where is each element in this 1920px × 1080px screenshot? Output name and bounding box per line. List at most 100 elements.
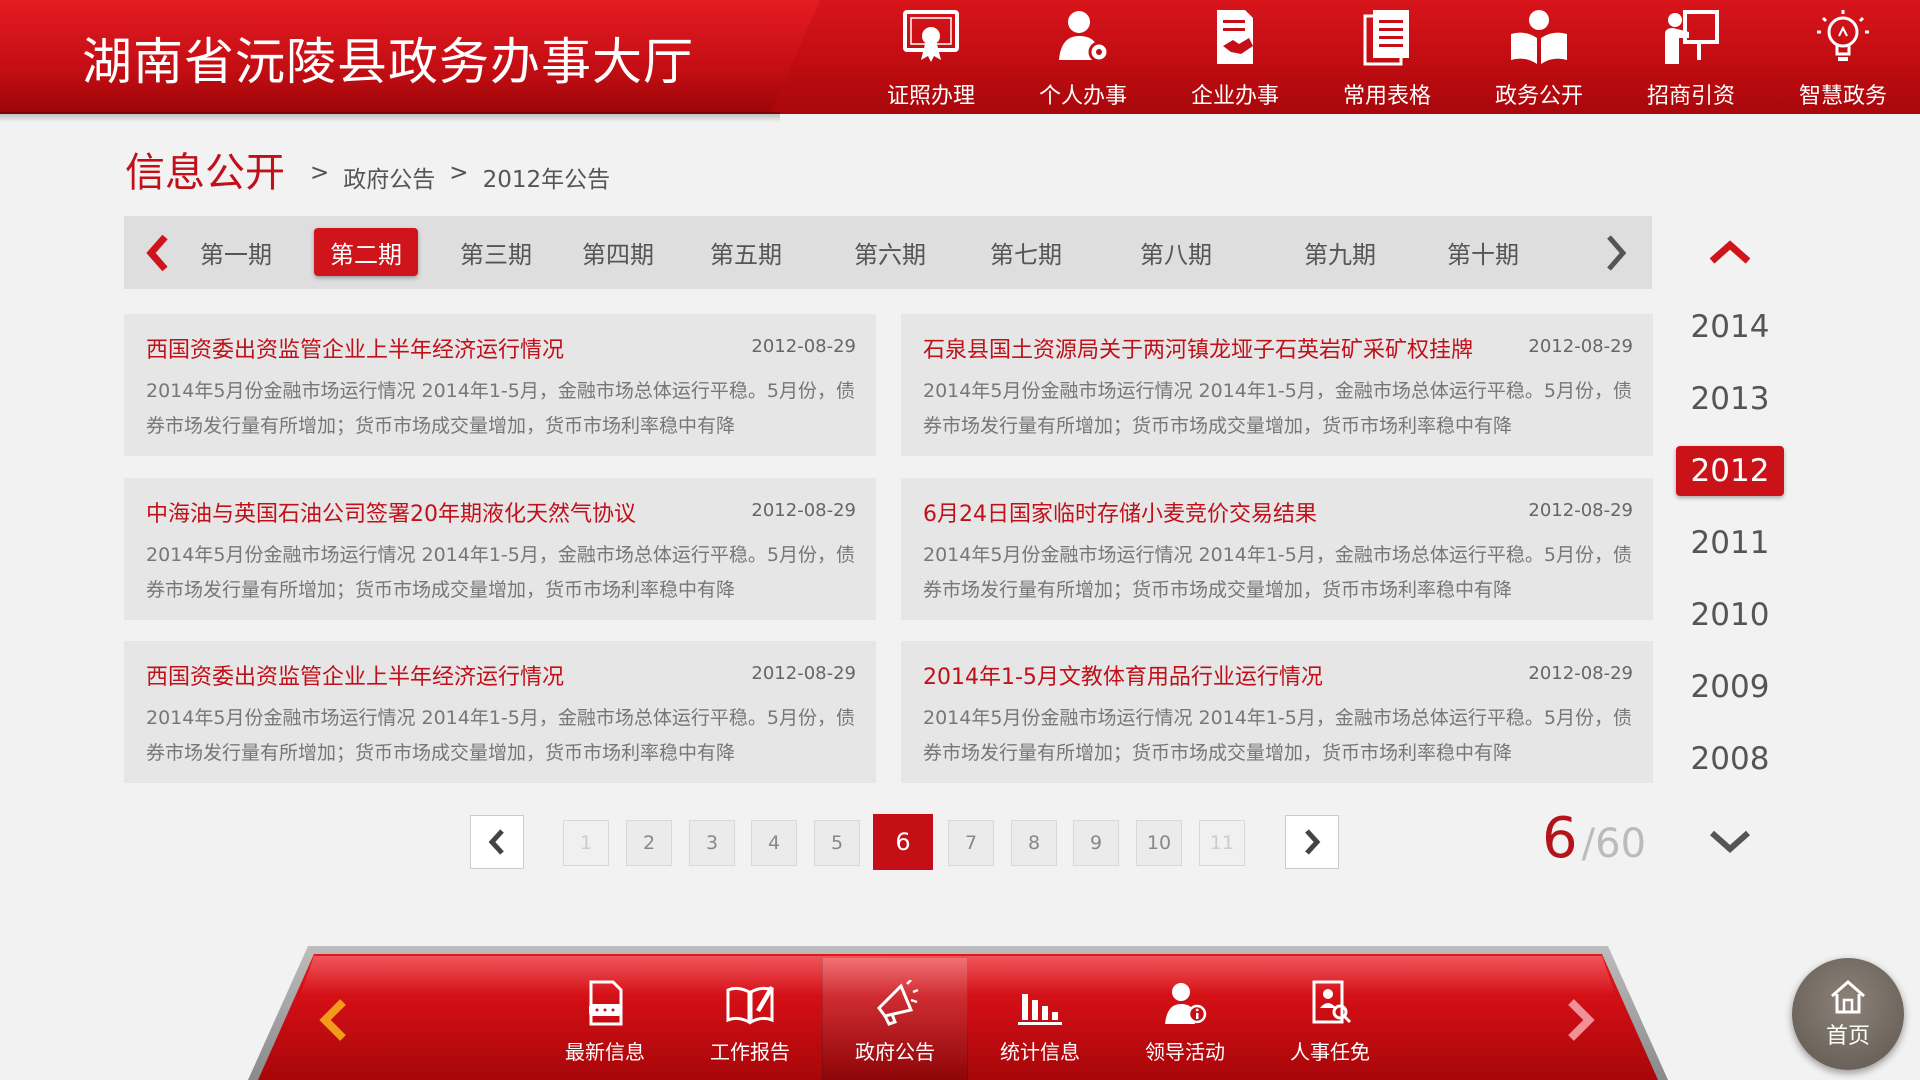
page-number[interactable]: 1 [563,820,609,866]
chevron-right-icon [1305,829,1321,855]
nav-investment[interactable]: 招商引资 [1615,0,1767,114]
breadcrumb-separator: > [310,160,330,186]
bar-chart-icon [1018,994,1062,1025]
dock-label: 最新信息 [565,1040,645,1064]
issue-tab[interactable]: 第七期 [974,228,1078,276]
issue-tab[interactable]: 第六期 [838,228,942,276]
issue-tab[interactable]: 第十期 [1431,228,1535,276]
nav-label: 个人办事 [1038,84,1127,109]
page-number[interactable]: 3 [689,820,735,866]
article-title[interactable]: 中海油与英国石油公司签署20年期液化天然气协议 [146,496,746,528]
page-number[interactable]: 5 [814,820,860,866]
home-icon [1831,980,1865,1014]
chevron-left-icon [488,829,504,855]
dock-label: 统计信息 [1000,1040,1080,1064]
page-counter: 6 / 60 [1542,806,1646,871]
page-number[interactable]: 2 [626,820,672,866]
article-summary: 2014年5月份金融市场运行情况 2014年1-5月，金融市场总体运行平稳。5月… [923,707,1632,764]
article-date: 2012-08-29 [751,663,856,684]
page-number[interactable]: 9 [1073,820,1119,866]
page-next-button[interactable] [1285,815,1339,869]
issue-prev-button[interactable] [128,216,188,289]
article-title[interactable]: 石泉县国土资源局关于两河镇龙垭子石英岩矿采矿权挂牌 [923,332,1523,364]
breadcrumb-item[interactable]: 2012年公告 [483,160,611,194]
nav-government-affairs[interactable]: 政务公开 [1463,0,1615,114]
year-item[interactable]: 2011 [1676,518,1784,568]
issue-tab-bar: 第一期 第二期 第三期 第四期 第五期 第六期 第七期 第八期 第九期 第十期 [124,216,1652,289]
article-title[interactable]: 6月24日国家临时存储小麦竞价交易结果 [923,496,1523,528]
year-item[interactable]: 2009 [1676,662,1784,712]
dock-item-statistics[interactable]: 统计信息 [967,958,1113,1080]
nav-label: 招商引资 [1646,84,1735,109]
issue-tab[interactable]: 第九期 [1288,228,1392,276]
nav-forms[interactable]: 常用表格 [1311,0,1463,114]
article-title[interactable]: 西国资委出资监管企业上半年经济运行情况 [146,659,746,691]
year-item[interactable]: 2013 [1676,374,1784,424]
chevron-left-icon [319,999,346,1041]
article-summary: 2014年5月份金融市场运行情况 2014年1-5月，金融市场总体运行平稳。5月… [146,380,855,437]
chevron-left-icon [146,234,168,271]
issue-tab[interactable]: 第五期 [694,228,798,276]
dock-item-personnel[interactable]: 人事任免 [1257,958,1403,1080]
page-current: 6 [1542,806,1578,871]
page-number[interactable]: 7 [948,820,994,866]
article-title[interactable]: 2014年1-5月文教体育用品行业运行情况 [923,659,1523,691]
document-search-icon [1312,980,1352,1024]
issue-tab[interactable]: 第一期 [184,228,288,276]
nav-label: 政务公开 [1494,84,1583,109]
article-date: 2012-08-29 [751,336,856,357]
issue-tab[interactable]: 第八期 [1124,228,1228,276]
page-number[interactable]: 8 [1011,820,1057,866]
issue-next-button[interactable] [1586,216,1646,289]
page-prev-button[interactable] [470,815,524,869]
nav-personal[interactable]: 个人办事 [1007,0,1159,114]
breadcrumb-item[interactable]: 政府公告 [343,160,435,194]
page-number[interactable]: 10 [1136,820,1182,866]
person-gear-icon [1059,11,1110,63]
person-info-icon [1165,983,1207,1024]
page-number[interactable]: 4 [751,820,797,866]
page-number-active[interactable]: 6 [873,814,933,870]
app-title: 湖南省沅陵县政务办事大厅 [82,33,694,91]
article-card[interactable]: 中海油与英国石油公司签署20年期液化天然气协议 2012-08-29 2014年… [124,478,876,620]
year-item[interactable]: 2008 [1676,734,1784,784]
nav-label: 证照办理 [886,84,975,109]
page-number[interactable]: 11 [1199,820,1245,866]
dock-label: 政府公告 [855,1040,935,1064]
dock-item-leader-activity[interactable]: 领导活动 [1112,958,1258,1080]
dock-item-latest[interactable]: 最新信息 [532,958,678,1080]
dock-label: 人事任免 [1290,1040,1370,1064]
issue-tab[interactable]: 第四期 [566,228,670,276]
dock-item-work-report[interactable]: 工作报告 [677,958,823,1080]
article-date: 2012-08-29 [751,500,856,521]
open-book-icon [1511,10,1567,64]
page-slash: / [1581,821,1596,867]
title-shadow [0,112,780,122]
article-card[interactable]: 6月24日国家临时存储小麦竞价交易结果 2012-08-29 2014年5月份金… [901,478,1653,620]
year-up-button[interactable] [1702,232,1758,272]
nav-certificates[interactable]: 证照办理 [855,0,1007,114]
certificate-icon [903,10,959,62]
article-title[interactable]: 西国资委出资监管企业上半年经济运行情况 [146,332,746,364]
dock-item-announcements[interactable]: 政府公告 [822,958,968,1080]
nav-enterprise[interactable]: 企业办事 [1159,0,1311,114]
article-card[interactable]: 石泉县国土资源局关于两河镇龙垭子石英岩矿采矿权挂牌 2012-08-29 201… [901,314,1653,456]
year-down-button[interactable] [1702,822,1758,862]
breadcrumb: > 政府公告 > 2012年公告 [310,160,610,194]
issue-tab-active[interactable]: 第二期 [314,228,418,276]
new-document-icon [589,980,623,1026]
nav-label: 企业办事 [1190,84,1279,109]
issue-tab[interactable]: 第三期 [444,228,548,276]
year-item[interactable]: 2014 [1676,302,1784,352]
nav-label: 智慧政务 [1798,84,1887,109]
article-card[interactable]: 西国资委出资监管企业上半年经济运行情况 2012-08-29 2014年5月份金… [124,641,876,783]
home-button[interactable]: 首页 [1792,958,1904,1070]
year-item[interactable]: 2010 [1676,590,1784,640]
article-card[interactable]: 2014年1-5月文教体育用品行业运行情况 2012-08-29 2014年5月… [901,641,1653,783]
article-summary: 2014年5月份金融市场运行情况 2014年1-5月，金融市场总体运行平稳。5月… [923,380,1632,437]
dock-next-button[interactable] [1556,990,1606,1050]
dock-prev-button[interactable] [308,990,358,1050]
article-card[interactable]: 西国资委出资监管企业上半年经济运行情况 2012-08-29 2014年5月份金… [124,314,876,456]
nav-smart-government[interactable]: 智慧政务 [1767,0,1919,114]
year-item-active[interactable]: 2012 [1676,446,1784,496]
